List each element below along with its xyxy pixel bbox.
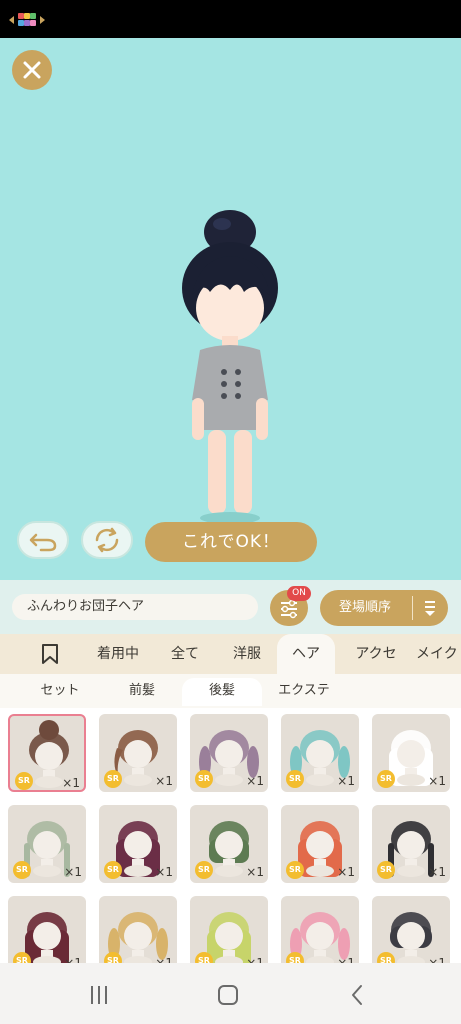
rarity-badge: SR bbox=[104, 770, 122, 788]
hair-item-card[interactable]: SR ×1 bbox=[8, 896, 86, 963]
hair-item-card[interactable]: SR ×1 bbox=[190, 805, 268, 883]
back-icon[interactable] bbox=[346, 983, 370, 1007]
rarity-badge: SR bbox=[286, 861, 304, 879]
item-count: ×1 bbox=[155, 865, 173, 879]
close-button[interactable] bbox=[12, 50, 52, 90]
tab-all[interactable]: 全て bbox=[160, 634, 210, 674]
hair-item-card[interactable]: SR ×1 bbox=[372, 896, 450, 963]
item-count: ×1 bbox=[62, 776, 80, 790]
item-count: ×1 bbox=[64, 956, 82, 963]
item-count: ×1 bbox=[428, 956, 446, 963]
bookmark-icon bbox=[42, 644, 58, 664]
palette-button[interactable] bbox=[0, 0, 54, 40]
rarity-badge: SR bbox=[13, 861, 31, 879]
item-grid: SR ×1 SR ×1 SR ×1 SR ×1 SR ×1 SR ×1 SR ×… bbox=[0, 708, 461, 963]
tab-hair[interactable]: ヘア bbox=[277, 634, 335, 674]
rarity-badge: SR bbox=[195, 861, 213, 879]
item-count: ×1 bbox=[337, 956, 355, 963]
rarity-badge: SR bbox=[195, 952, 213, 963]
tab-makeup[interactable]: メイク bbox=[416, 634, 461, 674]
undo-icon bbox=[29, 533, 57, 552]
refresh-icon bbox=[95, 527, 119, 553]
item-count: ×1 bbox=[246, 774, 264, 788]
refresh-button[interactable] bbox=[81, 521, 133, 559]
hair-item-card[interactable]: SR ×1 bbox=[281, 805, 359, 883]
rarity-badge: SR bbox=[377, 952, 395, 963]
hair-item-card[interactable]: SR ×1 bbox=[99, 714, 177, 792]
item-count: ×1 bbox=[337, 774, 355, 788]
item-name-field: ふんわりお団子ヘア bbox=[12, 594, 258, 620]
rarity-badge: SR bbox=[286, 952, 304, 963]
hair-item-card[interactable]: SR ×1 bbox=[372, 714, 450, 792]
rarity-badge: SR bbox=[195, 770, 213, 788]
rarity-badge: SR bbox=[377, 861, 395, 879]
item-count: ×1 bbox=[246, 956, 264, 963]
item-count: ×1 bbox=[337, 865, 355, 879]
rarity-badge: SR bbox=[286, 770, 304, 788]
close-icon bbox=[23, 61, 41, 79]
system-nav-bar bbox=[0, 963, 461, 1024]
subtab-set[interactable]: セット bbox=[24, 678, 96, 706]
color-palette-icon bbox=[9, 13, 45, 26]
hair-item-card[interactable]: SR ×1 bbox=[8, 714, 86, 792]
home-icon[interactable] bbox=[216, 983, 240, 1007]
tab-wearing[interactable]: 着用中 bbox=[86, 634, 150, 674]
item-count: ×1 bbox=[428, 865, 446, 879]
rarity-badge: SR bbox=[104, 861, 122, 879]
item-count: ×1 bbox=[64, 865, 82, 879]
filter-on-badge: ON bbox=[287, 586, 311, 601]
hair-item-card[interactable]: SR ×1 bbox=[8, 805, 86, 883]
ok-button[interactable]: これでOK！ bbox=[145, 522, 317, 562]
subtab-back-hair[interactable]: 後髪 bbox=[182, 678, 262, 706]
rarity-badge: SR bbox=[377, 770, 395, 788]
sort-label: 登場順序 bbox=[339, 600, 392, 615]
item-count: ×1 bbox=[246, 865, 264, 879]
hair-item-card[interactable]: SR ×1 bbox=[281, 714, 359, 792]
item-count: ×1 bbox=[155, 956, 173, 963]
undo-button[interactable] bbox=[17, 521, 69, 559]
hair-item-card[interactable]: SR ×1 bbox=[190, 714, 268, 792]
rarity-badge: SR bbox=[104, 952, 122, 963]
hair-item-card[interactable]: SR ×1 bbox=[99, 805, 177, 883]
sort-divider bbox=[412, 596, 413, 620]
sort-button[interactable]: 登場順序 bbox=[320, 590, 448, 626]
rarity-badge: SR bbox=[13, 952, 31, 963]
item-count: ×1 bbox=[155, 774, 173, 788]
tab-clothes[interactable]: 洋服 bbox=[222, 634, 272, 674]
status-bar bbox=[0, 0, 461, 38]
hair-item-card[interactable]: SR ×1 bbox=[190, 896, 268, 963]
item-count: ×1 bbox=[428, 774, 446, 788]
avatar-character bbox=[182, 210, 278, 524]
sort-icon bbox=[425, 601, 435, 616]
hair-item-card[interactable]: SR ×1 bbox=[372, 805, 450, 883]
hair-item-card[interactable]: SR ×1 bbox=[281, 896, 359, 963]
rarity-badge: SR bbox=[15, 772, 33, 790]
hair-item-card[interactable]: SR ×1 bbox=[99, 896, 177, 963]
subtab-extensions[interactable]: エクステ bbox=[268, 678, 340, 706]
recents-icon[interactable] bbox=[87, 983, 111, 1007]
tab-accessory[interactable]: アクセ bbox=[346, 634, 406, 674]
subtab-front-hair[interactable]: 前髪 bbox=[108, 678, 176, 706]
tab-bookmark[interactable] bbox=[30, 634, 70, 674]
